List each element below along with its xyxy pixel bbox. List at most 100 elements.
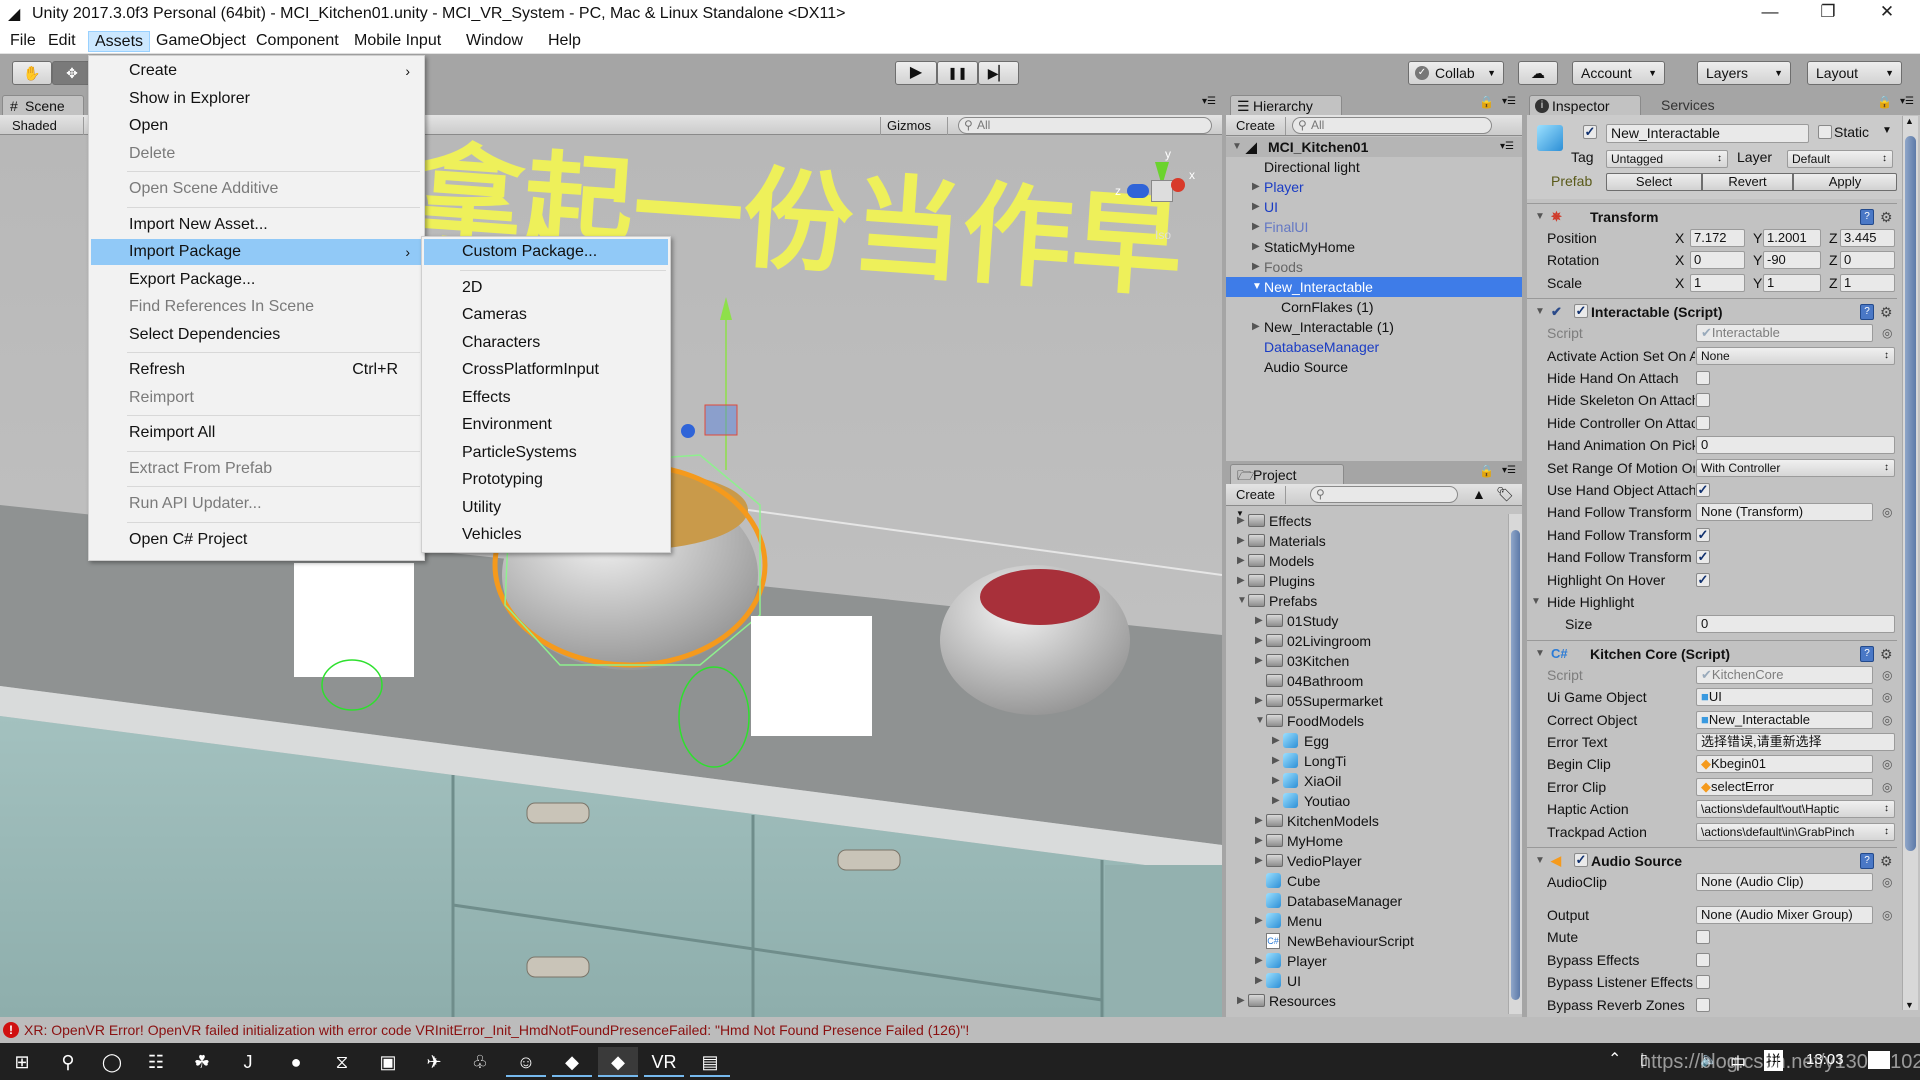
scroll-up-icon[interactable]: ▲ <box>1905 116 1914 126</box>
menu-item-delete[interactable]: Delete <box>91 141 422 167</box>
menu-item-custom-package[interactable]: Custom Package... <box>424 239 668 265</box>
menu-item-particlesystems[interactable]: ParticleSystems <box>424 440 668 466</box>
scrollbar-thumb[interactable] <box>1511 530 1520 1000</box>
menu-help[interactable]: Help <box>542 31 587 52</box>
property-checkbox[interactable] <box>1696 371 1710 385</box>
app-icon[interactable]: ☘ <box>182 1047 222 1077</box>
property-checkbox[interactable]: ✓ <box>1696 527 1710 542</box>
step-button[interactable]: ▶▏ <box>978 61 1019 85</box>
menu-item-reimport[interactable]: Reimport <box>91 385 422 411</box>
prefab-select-button[interactable]: Select <box>1606 173 1702 191</box>
project-item[interactable]: ▶ UI <box>1226 971 1508 991</box>
chrome-icon[interactable]: ● <box>276 1047 316 1077</box>
object-name-field[interactable]: New_Interactable <box>1606 124 1809 143</box>
play-button[interactable]: ▶ <box>895 61 937 85</box>
component-enabled-checkbox[interactable]: ✓ <box>1574 853 1588 867</box>
foldout-open-icon[interactable]: ▼ <box>1237 591 1247 611</box>
visual-studio-icon[interactable]: ⧖ <box>322 1047 362 1077</box>
foldout-closed-icon[interactable]: ▶ <box>1255 951 1263 971</box>
hierarchy-item[interactable]: Directional light <box>1226 157 1522 177</box>
tab-hierarchy[interactable]: ☰ Hierarchy <box>1230 95 1342 116</box>
vector-y-field[interactable]: 1 <box>1763 273 1821 292</box>
property-dropdown[interactable]: \actions\default\out\Haptic <box>1696 800 1895 819</box>
property-checkbox[interactable] <box>1696 975 1710 990</box>
menu-item-run-api-updater[interactable]: Run API Updater... <box>91 491 422 517</box>
scene-orientation-gizmo[interactable]: y x z Iso <box>1115 147 1205 242</box>
object-field[interactable]: None (Transform) <box>1696 503 1873 522</box>
prefab-apply-button[interactable]: Apply <box>1793 173 1897 191</box>
foldout-closed-icon[interactable]: ▶ <box>1272 791 1280 811</box>
collab-button[interactable]: ✓ Collab ▼ <box>1408 61 1504 85</box>
project-item[interactable]: ▶ Plugins <box>1226 571 1508 591</box>
foldout-open-icon[interactable]: ▼ <box>1252 277 1262 297</box>
property-dropdown[interactable]: None <box>1696 346 1895 365</box>
file-explorer-icon[interactable]: ▤ <box>690 1047 730 1077</box>
project-item[interactable]: ▶ Menu <box>1226 911 1508 931</box>
project-item[interactable]: ▶ Models <box>1226 551 1508 571</box>
search-icon[interactable]: ⚲ <box>48 1047 88 1077</box>
menu-item-crossplatforminput[interactable]: CrossPlatformInput <box>424 357 668 383</box>
menu-item-effects[interactable]: Effects <box>424 385 668 411</box>
help-book-icon[interactable]: ? <box>1860 304 1874 321</box>
object-field[interactable]: ■UI <box>1696 688 1873 707</box>
property-checkbox[interactable]: ✓ <box>1696 572 1710 587</box>
tray-overflow-icon[interactable]: ⌃ <box>1608 1049 1621 1069</box>
gizmo-center-cube[interactable] <box>1151 180 1173 202</box>
menu-item-export-package[interactable]: Export Package... <box>91 267 422 293</box>
lock-icon[interactable]: 🔒 <box>1479 464 1494 478</box>
scrollbar-thumb[interactable] <box>1905 136 1916 851</box>
object-field[interactable]: ■New_Interactable <box>1696 710 1873 729</box>
menu-item-vehicles[interactable]: Vehicles <box>424 522 668 548</box>
unity-icon[interactable]: ◆ <box>552 1047 592 1077</box>
menu-item-open-c-project[interactable]: Open C# Project <box>91 527 422 553</box>
vector-x-field[interactable]: 1 <box>1690 273 1745 292</box>
status-bar[interactable]: ! XR: OpenVR Error! OpenVR failed initia… <box>0 1017 1920 1043</box>
property-field[interactable]: 0 <box>1696 615 1895 634</box>
menu-item-import-package[interactable]: Import Package › <box>91 239 422 265</box>
script-field[interactable]: ✔KitchenCore <box>1696 665 1873 684</box>
menu-item-open[interactable]: Open <box>91 113 422 139</box>
filter-by-type-icon[interactable]: ▲ <box>1472 486 1486 502</box>
foldout-closed-icon[interactable]: ▶ <box>1237 531 1245 551</box>
tab-inspector[interactable]: i Inspector <box>1529 95 1641 116</box>
app-icon[interactable]: ▣ <box>368 1047 408 1077</box>
hierarchy-item[interactable]: ▶ FinalUI <box>1226 217 1522 237</box>
property-checkbox[interactable] <box>1696 997 1710 1012</box>
project-item[interactable]: ▶ KitchenModels <box>1226 811 1508 831</box>
component-header[interactable]: ▼ ✔ ✓ Interactable (Script)? ⚙ <box>1527 298 1897 325</box>
menu-window[interactable]: Window <box>460 31 529 52</box>
move-handle-z[interactable] <box>681 424 695 438</box>
static-checkbox[interactable] <box>1818 125 1832 139</box>
hierarchy-item[interactable]: ▶ Foods <box>1226 257 1522 277</box>
menu-item-find-references-in-scene[interactable]: Find References In Scene <box>91 294 422 320</box>
project-create-dropdown[interactable]: Create ▼ <box>1230 486 1286 518</box>
inspector-scrollbar[interactable]: ▲ ▼ <box>1902 116 1918 1010</box>
object-field[interactable]: ◆selectError <box>1696 777 1873 796</box>
object-field[interactable]: ◆Kbegin01 <box>1696 755 1873 774</box>
foldout-closed-icon[interactable]: ▶ <box>1255 911 1263 931</box>
move-tool-button[interactable]: ✥ <box>52 61 92 85</box>
account-dropdown[interactable]: Account ▼ <box>1572 61 1665 85</box>
menu-item-extract-from-prefab[interactable]: Extract From Prefab <box>91 456 422 482</box>
prefab-revert-button[interactable]: Revert <box>1702 173 1793 191</box>
unity-icon[interactable]: ◆ <box>598 1047 638 1077</box>
vector-z-field[interactable]: 1 <box>1840 273 1895 292</box>
static-dropdown-icon[interactable]: ▼ <box>1882 125 1892 136</box>
scene-menu-icon[interactable]: ▾☰ <box>1500 137 1514 157</box>
hierarchy-item[interactable]: CornFlakes (1) <box>1226 297 1522 317</box>
vector-z-field[interactable]: 3.445 <box>1840 229 1895 247</box>
property-checkbox[interactable] <box>1696 952 1710 967</box>
vector-y-field[interactable]: -90 <box>1763 251 1821 270</box>
menu-item-prototyping[interactable]: Prototyping <box>424 467 668 493</box>
project-item[interactable]: ▶ Resources <box>1226 991 1508 1011</box>
hierarchy-search-input[interactable]: ⚲ All <box>1292 117 1492 134</box>
script-field[interactable]: ✔Interactable <box>1696 324 1873 343</box>
hand-tool-button[interactable]: ✋ <box>12 61 52 85</box>
move-handle-plane[interactable] <box>704 404 738 436</box>
project-item[interactable]: ▶ 01Study <box>1226 611 1508 631</box>
panel-menu-icon[interactable]: ▾☰ <box>1502 96 1516 107</box>
menu-item-environment[interactable]: Environment <box>424 412 668 438</box>
menu-file[interactable]: File <box>4 31 42 52</box>
object-field[interactable]: None (Audio Mixer Group) <box>1696 906 1873 924</box>
project-item[interactable]: ▶ 03Kitchen <box>1226 651 1508 671</box>
